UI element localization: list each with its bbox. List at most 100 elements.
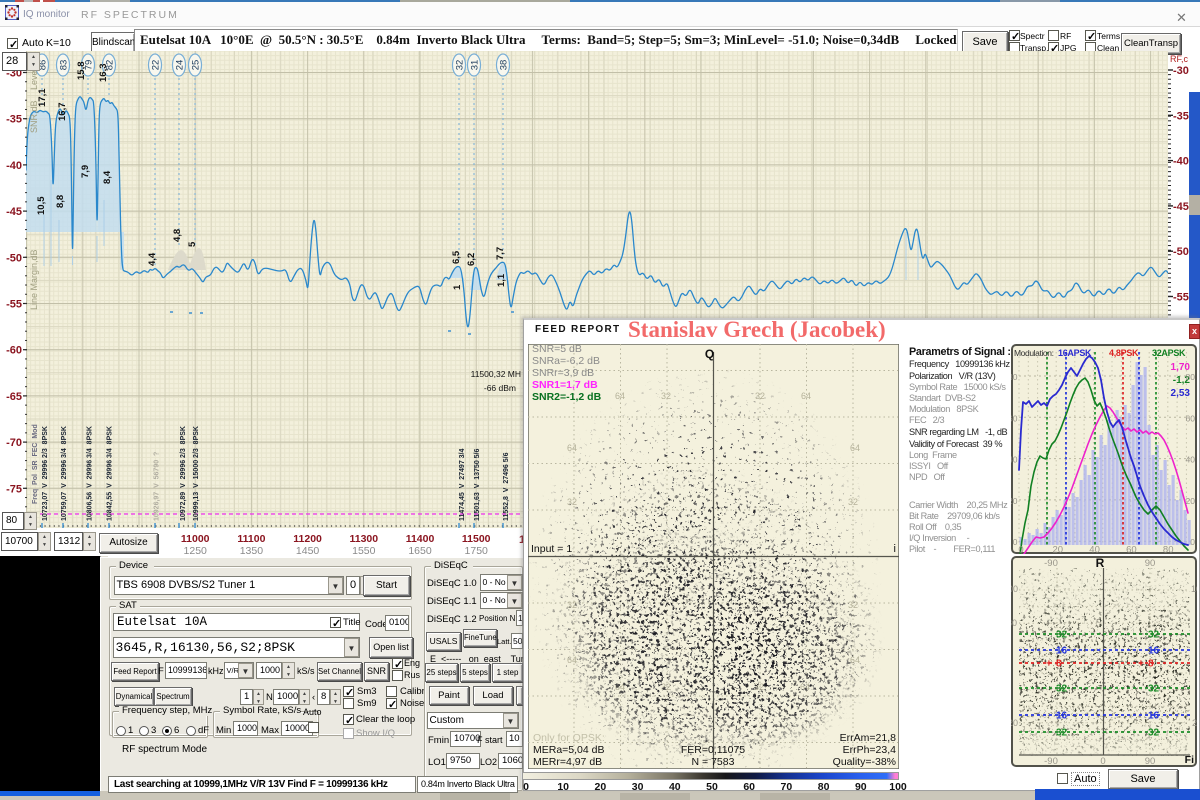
svg-text:20: 20: [595, 781, 607, 793]
svg-text:Modulation:: Modulation:: [1014, 348, 1054, 358]
svg-text:8: 8: [1056, 659, 1062, 670]
svg-text:1450: 1450: [296, 545, 320, 557]
svg-text:11200: 11200: [293, 533, 322, 545]
svg-text:30: 30: [632, 781, 644, 793]
svg-text:0: 0: [1190, 537, 1195, 547]
svg-text:40: 40: [1011, 455, 1018, 465]
svg-text:11400: 11400: [406, 533, 435, 545]
svg-text:Frequency 10999136 kHz: Frequency 10999136 kHz: [909, 359, 1011, 369]
svg-text:32: 32: [1148, 684, 1160, 695]
svg-text:-35: -35: [1173, 110, 1189, 122]
svg-text:ErrAm=21,8: ErrAm=21,8: [840, 732, 896, 744]
svg-text:-35: -35: [6, 114, 22, 126]
svg-text:-50: -50: [6, 252, 22, 264]
svg-text:70: 70: [781, 781, 793, 793]
svg-text:Long Frame: Long Frame: [909, 450, 957, 460]
svg-text:32: 32: [1148, 728, 1160, 739]
svg-text:100: 100: [1011, 584, 1018, 594]
svg-text:32APSK: 32APSK: [1152, 348, 1186, 358]
svg-text:32: 32: [1056, 684, 1068, 695]
svg-text:-40: -40: [6, 160, 22, 172]
svg-text:-55: -55: [6, 299, 22, 311]
svg-text:16: 16: [1056, 711, 1068, 722]
svg-text:0: 0: [523, 781, 529, 793]
svg-text:-75: -75: [6, 483, 22, 495]
svg-text:90: 90: [1145, 558, 1156, 569]
svg-text:20: 20: [1053, 545, 1064, 555]
svg-text:11500: 11500: [462, 533, 491, 545]
svg-text:0: 0: [1018, 545, 1023, 555]
svg-text:-40: -40: [1173, 156, 1189, 168]
svg-text:Only for QPSK:: Only for QPSK:: [533, 732, 605, 744]
svg-text:20: 20: [1011, 718, 1018, 728]
svg-text:60: 60: [1126, 545, 1137, 555]
svg-text:32: 32: [1056, 630, 1068, 641]
svg-text:+: +: [1046, 659, 1052, 670]
svg-text:Standart DVB-S2: Standart DVB-S2: [909, 393, 976, 403]
svg-text:1250: 1250: [184, 545, 208, 557]
svg-text:80: 80: [1163, 545, 1174, 555]
svg-text:Validity of Forecast 39 %: Validity of Forecast 39 %: [909, 439, 1002, 449]
svg-text:Bit Rate 29709,06 kb/s: Bit Rate 29709,06 kb/s: [909, 511, 1000, 521]
svg-text:Fi: Fi: [1185, 754, 1194, 766]
svg-text:-90: -90: [1044, 558, 1058, 569]
svg-text:11300: 11300: [349, 533, 378, 545]
svg-text:-50: -50: [1173, 246, 1189, 258]
svg-text:SNR1=1,7 dB: SNR1=1,7 dB: [532, 379, 598, 391]
svg-text:-30: -30: [1173, 65, 1189, 77]
svg-text:-70: -70: [6, 437, 22, 449]
svg-text:-45: -45: [6, 206, 22, 218]
svg-text:2,53: 2,53: [1171, 388, 1191, 399]
svg-text:SNR regarding LM -1, dB: SNR regarding LM -1, dB: [909, 427, 1008, 437]
svg-text:40: 40: [1089, 545, 1100, 555]
svg-text:16: 16: [1148, 711, 1160, 722]
svg-text:80: 80: [818, 781, 830, 793]
svg-text:Parametrs of Signal :: Parametrs of Signal :: [909, 346, 1011, 358]
svg-text:20: 20: [1186, 496, 1196, 506]
svg-text:-65: -65: [6, 391, 22, 403]
svg-text:50: 50: [706, 781, 718, 793]
svg-text:100: 100: [889, 781, 907, 793]
svg-text:N = 7583: N = 7583: [692, 756, 735, 768]
svg-text:1750: 1750: [465, 545, 489, 557]
svg-text:I/Q Inversion -: I/Q Inversion -: [909, 533, 970, 543]
svg-text:-55: -55: [1173, 292, 1189, 304]
svg-text:11000: 11000: [181, 533, 210, 545]
svg-text:SNRa=-6,2 dB: SNRa=-6,2 dB: [532, 355, 600, 367]
svg-text:Q: Q: [705, 347, 714, 361]
svg-text:16APSK: 16APSK: [1058, 348, 1092, 358]
svg-text:40: 40: [1186, 455, 1196, 465]
svg-text:90: 90: [1145, 756, 1156, 767]
svg-text:90: 90: [855, 781, 867, 793]
svg-text:100: 100: [1191, 584, 1197, 594]
svg-text:Pilot - FER=0,111: Pilot - FER=0,111: [909, 544, 995, 554]
svg-text:60: 60: [1186, 413, 1196, 423]
svg-text:MERa=5,04 dB: MERa=5,04 dB: [533, 744, 605, 756]
svg-text:80: 80: [1011, 372, 1018, 382]
svg-text:32: 32: [1148, 630, 1160, 641]
svg-text:SNR2=-1,2 dB: SNR2=-1,2 dB: [532, 391, 602, 403]
svg-text:SNRr=3,9 dB: SNRr=3,9 dB: [532, 367, 594, 379]
svg-text:Modulation 8PSK: Modulation 8PSK: [909, 404, 980, 414]
svg-text:MERr=4,97 dB: MERr=4,97 dB: [533, 756, 602, 768]
svg-text:ErrPh=23,4: ErrPh=23,4: [843, 744, 897, 756]
svg-text:Carrier Width 20,25 MHz: Carrier Width 20,25 MHz: [909, 500, 1008, 510]
svg-text:ISSYI Off: ISSYI Off: [909, 461, 949, 471]
svg-text:Roll Off 0,35: Roll Off 0,35: [909, 522, 961, 532]
svg-text:80: 80: [1011, 618, 1017, 628]
svg-text:Quality=-38%: Quality=-38%: [833, 756, 896, 768]
svg-text:-90: -90: [1044, 756, 1058, 767]
svg-text:-60: -60: [6, 345, 22, 357]
svg-text:-45: -45: [1173, 201, 1189, 213]
svg-text:RF,c: RF,c: [1170, 54, 1189, 64]
svg-text:11100: 11100: [237, 533, 265, 545]
svg-text:10: 10: [557, 781, 569, 793]
svg-text:16: 16: [1056, 646, 1068, 657]
svg-text:SNR=5 dB: SNR=5 dB: [532, 344, 582, 355]
svg-text:Symbol Rate 15000 kS/s: Symbol Rate 15000 kS/s: [909, 382, 1006, 392]
svg-text:NPD Off: NPD Off: [909, 472, 945, 482]
svg-text:8: 8: [1148, 659, 1154, 670]
svg-text:16: 16: [1148, 646, 1160, 657]
svg-text:FEC 2/3: FEC 2/3: [909, 415, 944, 425]
svg-text:20: 20: [1192, 718, 1197, 728]
